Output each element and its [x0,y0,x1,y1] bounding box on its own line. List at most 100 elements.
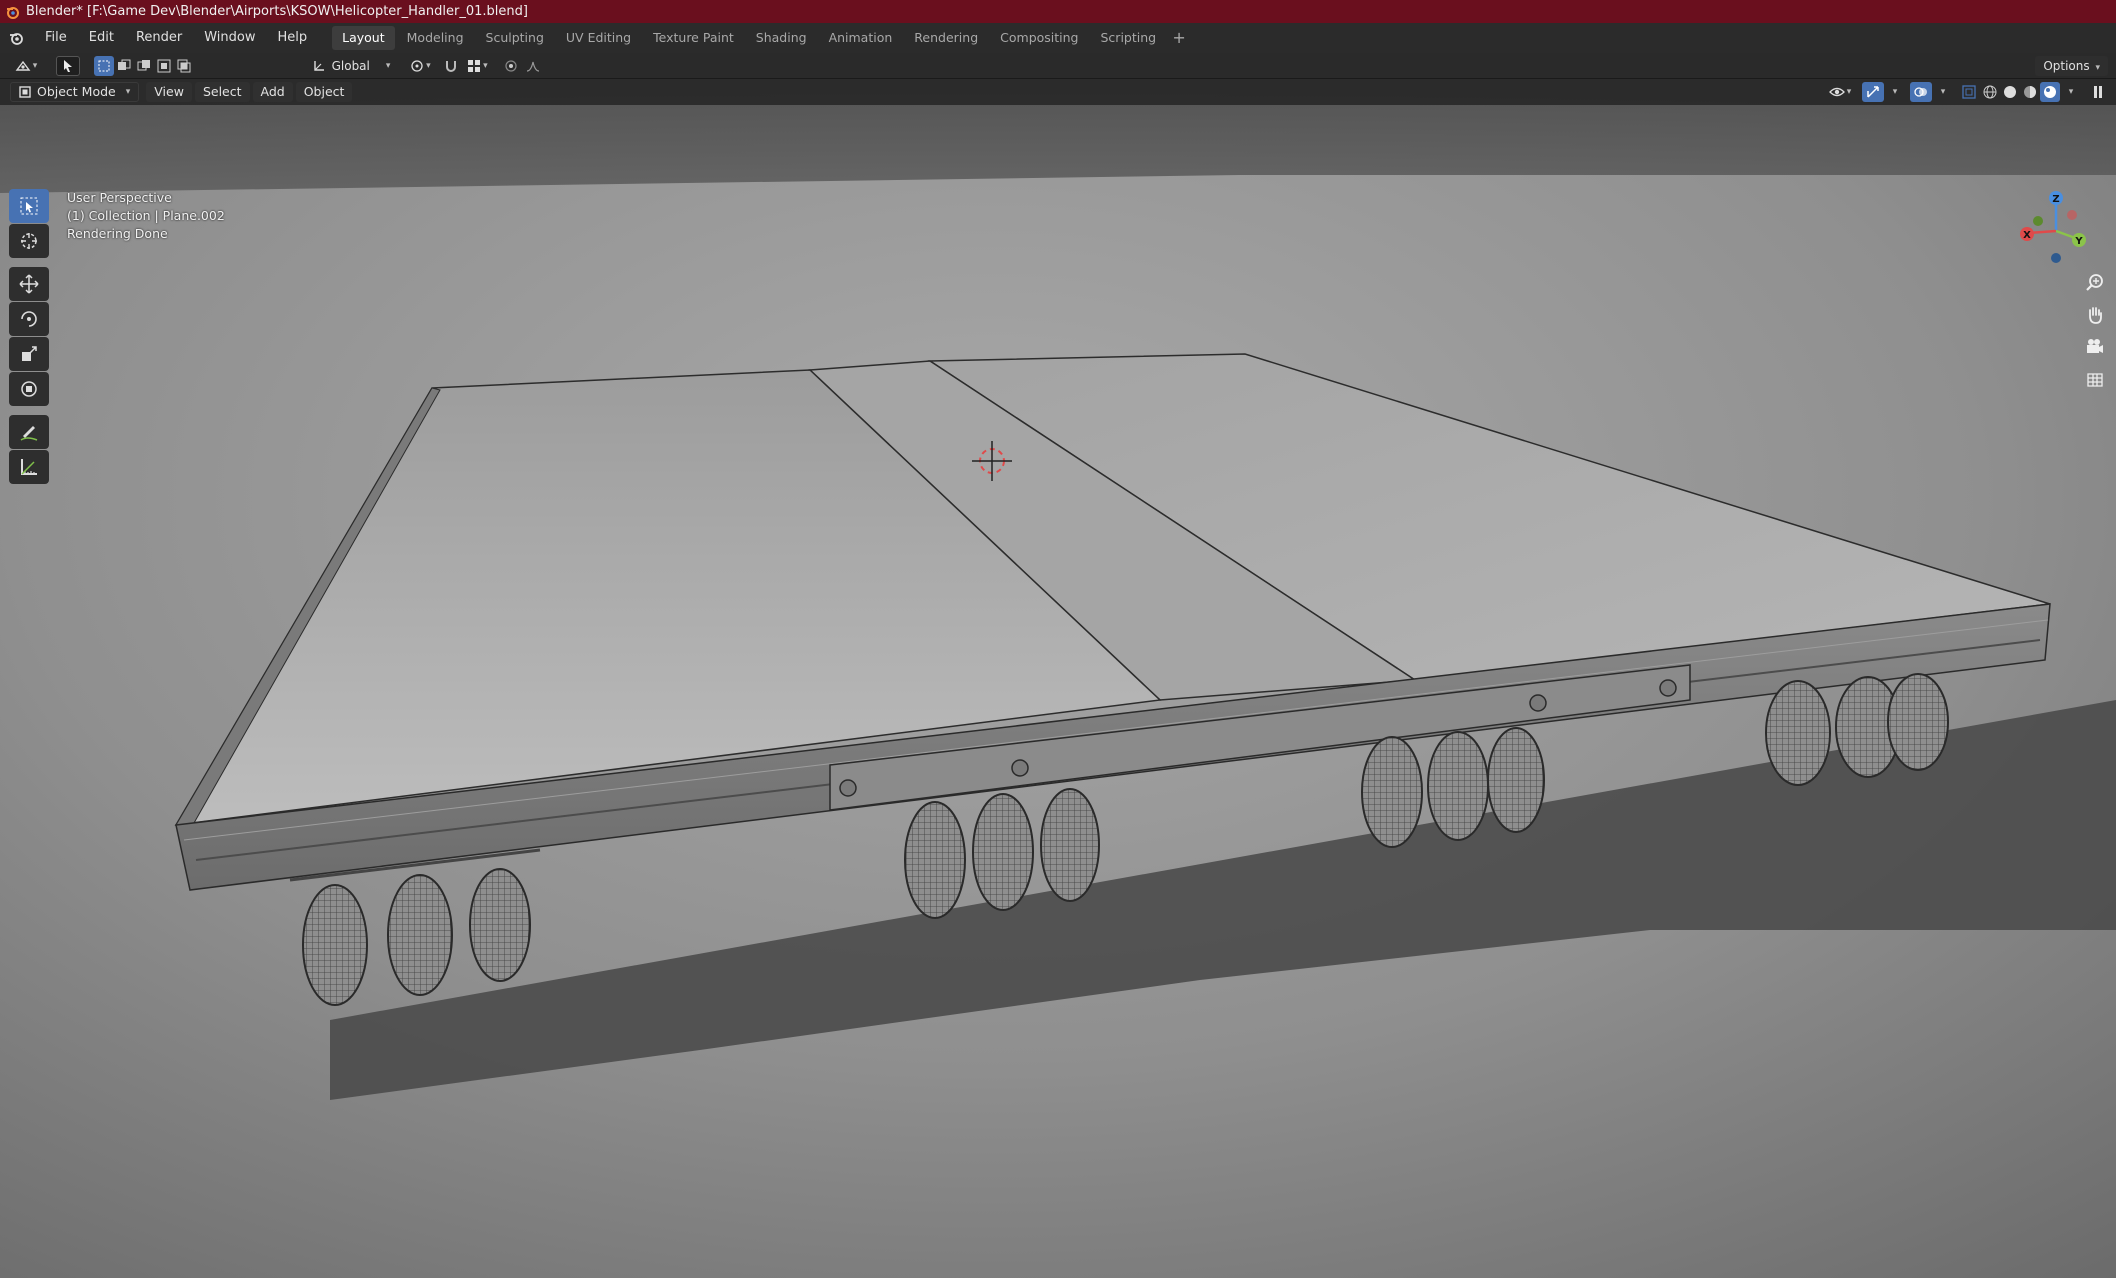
tab-compositing[interactable]: Compositing [990,26,1088,50]
select-mode-new-button[interactable] [94,55,114,76]
xray-icon [1962,85,1976,99]
shading-dropdown[interactable]: ▾ [2060,82,2080,102]
navigation-gizmo[interactable]: Z Y X [2016,189,2096,269]
tab-scripting[interactable]: Scripting [1091,26,1167,50]
viewport-header: Object Mode ▾ View Select Add Object ▾ ▾… [0,79,2116,105]
tab-texture-paint[interactable]: Texture Paint [643,26,744,50]
tool-annotate[interactable] [9,415,49,449]
menu-window[interactable]: Window [193,23,266,53]
select-extend-icon [118,59,131,70]
options-dropdown[interactable]: Options ▾ [2035,56,2108,76]
snap-toggle-button[interactable] [440,56,462,76]
zoom-button[interactable] [2080,269,2110,297]
orientation-label: Global [331,58,370,73]
select-mode-subtract-button[interactable] [134,56,154,76]
menu-help[interactable]: Help [267,23,319,53]
snap-grid-icon [468,59,481,72]
select-mode-invert-button[interactable] [154,56,174,76]
menu-add[interactable]: Add [252,82,293,102]
tab-animation[interactable]: Animation [819,26,903,50]
transform-orientation-dropdown[interactable]: Global ▾ [306,56,397,76]
tool-transform[interactable] [9,372,49,406]
add-workspace-button[interactable]: + [1168,27,1190,49]
wheel-group-rear-center [1361,727,1545,848]
menu-view[interactable]: View [146,82,192,102]
snap-target-dropdown[interactable]: ▾ [462,56,492,76]
tool-move[interactable] [9,267,49,301]
select-box-icon [20,197,38,215]
overlay-toggle-button[interactable] [1910,82,1932,102]
tab-sculpting[interactable]: Sculpting [476,26,554,50]
solid-sphere-icon [2004,86,2016,98]
sidebar-toggle-button[interactable] [2088,82,2108,102]
gizmo-y-label: Y [2074,236,2083,247]
select-mode-intersect-button[interactable] [174,56,194,76]
tool-measure[interactable] [9,450,49,484]
viewport-editor-icon [15,60,31,71]
wheel-group-rear-right [1765,673,1949,786]
wireframe-sphere-icon [1983,85,1997,99]
options-label: Options [2043,59,2090,73]
ortho-toggle-button[interactable] [2080,365,2110,393]
blender-menu-icon[interactable] [0,23,34,53]
tool-scale[interactable] [9,337,49,371]
tab-shading[interactable]: Shading [746,26,817,50]
proportional-falloff-dropdown[interactable] [522,56,544,76]
shading-wireframe-button[interactable] [1980,82,2000,102]
shading-rendered-button[interactable] [2040,82,2060,102]
left-toolbar [8,189,50,485]
shading-solid-button[interactable] [2000,82,2020,102]
pivot-point-dropdown[interactable]: ▾ [404,56,436,76]
rendered-sphere-icon [2044,86,2056,98]
select-subtract-icon [137,59,150,70]
pan-hand-icon [2089,307,2102,324]
menu-edit[interactable]: Edit [78,23,125,53]
3d-viewport[interactable]: User Perspective (1) Collection | Plane.… [0,79,2116,1278]
window-titlebar: Blender* [F:\Game Dev\Blender\Airports\K… [0,0,2116,23]
tab-uv-editing[interactable]: UV Editing [556,26,641,50]
tab-layout[interactable]: Layout [332,26,395,50]
wheel-group-front-center [904,788,1100,919]
move-icon [19,274,39,294]
menu-object[interactable]: Object [295,82,353,102]
select-mode-extend-button[interactable] [114,56,134,76]
rotate-icon [21,311,37,327]
proportional-edit-icon [505,59,518,72]
gizmo-x-label: X [2023,230,2031,241]
viewport-nav-buttons [2080,269,2110,393]
viewport-info-overlay: User Perspective (1) Collection | Plane.… [67,189,225,243]
overlay-dropdown[interactable]: ▾ [1932,82,1952,102]
tool-cursor[interactable] [9,224,49,258]
camera-view-button[interactable] [2080,333,2110,361]
object-mode-dropdown[interactable]: Object Mode ▾ [10,82,140,102]
orientation-axes-icon [313,60,324,71]
perspective-label: User Perspective [67,190,172,205]
gizmo-toggle-button[interactable] [1862,82,1884,102]
tab-rendering[interactable]: Rendering [904,26,988,50]
menu-select[interactable]: Select [194,82,250,102]
tab-modeling[interactable]: Modeling [397,26,474,50]
gizmo-dropdown[interactable]: ▾ [1884,82,1904,102]
render-status-label: Rendering Done [67,226,168,241]
tool-rotate[interactable] [9,302,49,336]
select-tool-button[interactable] [56,55,80,76]
camera-icon [2087,339,2103,353]
proportional-edit-button[interactable] [500,56,522,76]
shading-material-button[interactable] [2020,82,2040,102]
cursor-arrow-icon [64,59,72,72]
tool-select-box[interactable] [9,189,49,223]
cursor-icon [21,233,37,249]
menu-render[interactable]: Render [125,23,193,53]
transform-icon [21,381,37,397]
pan-button[interactable] [2080,301,2110,329]
pivot-icon [411,59,423,72]
gizmo-icon [1867,86,1879,98]
blender-logo-icon [7,6,19,19]
falloff-curve-icon [527,61,540,72]
menu-file[interactable]: File [34,23,78,53]
editor-type-button[interactable]: ▾ [10,56,42,76]
scale-icon [22,346,37,361]
grid-icon [2087,373,2103,387]
xray-toggle-button[interactable] [1958,82,1980,102]
visibility-dropdown[interactable]: ▾ [1824,82,1856,102]
